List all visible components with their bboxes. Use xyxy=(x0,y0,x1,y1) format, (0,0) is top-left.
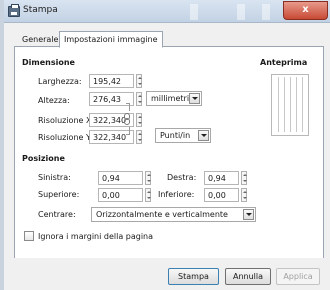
altezza-spinner[interactable] xyxy=(136,92,142,106)
superiore-input[interactable]: 0,00 xyxy=(98,188,143,202)
altezza-label: Altezza: xyxy=(38,96,70,105)
centrare-label: Centrare: xyxy=(38,210,76,219)
larghezza-label: Larghezza: xyxy=(38,77,82,86)
larghezza-spinner[interactable] xyxy=(136,74,142,88)
tab-generale[interactable]: Generale xyxy=(18,33,62,46)
units-select-value: millimetri xyxy=(151,94,190,103)
destra-spinner[interactable] xyxy=(241,171,247,185)
destra-input[interactable]: 0,94 xyxy=(204,171,239,185)
inferiore-spinner[interactable] xyxy=(241,188,247,202)
destra-label: Destra: xyxy=(167,173,197,182)
sinistra-input[interactable]: 0,94 xyxy=(98,171,143,185)
ignora-margini-label[interactable]: Ignora i margini della pagina xyxy=(38,232,153,241)
sinistra-label: Sinistra: xyxy=(38,173,71,182)
anteprima-heading: Anteprima xyxy=(260,58,308,67)
printer-icon xyxy=(8,4,20,17)
superiore-label: Superiore: xyxy=(38,190,80,199)
inferiore-label: Inferiore: xyxy=(158,190,195,199)
superiore-spinner[interactable] xyxy=(145,188,151,202)
chain-link-icon[interactable] xyxy=(124,103,130,135)
centrare-select[interactable]: Orizzontalmente e verticalmente xyxy=(91,207,256,222)
tab-impostazioni-immagine[interactable]: Impostazioni immagine xyxy=(59,31,163,48)
larghezza-input[interactable]: 195,42 xyxy=(89,74,134,88)
print-preview xyxy=(271,74,309,136)
resolution-units-select-value: Punti/in xyxy=(160,131,191,140)
inferiore-input[interactable]: 0,00 xyxy=(204,188,239,202)
resolution-units-select[interactable]: Punti/in xyxy=(155,128,211,143)
tab-strip: Generale Impostazioni immagine xyxy=(4,22,330,48)
risoluzione-y-spinner[interactable] xyxy=(136,130,142,144)
title-bar-glare xyxy=(190,4,198,20)
window-title: Stampa xyxy=(23,5,58,15)
risoluzione-y-label: Risoluzione Y: xyxy=(38,133,93,142)
close-button[interactable]: x xyxy=(283,1,328,20)
posizione-heading: Posizione xyxy=(22,154,65,163)
chevron-down-icon[interactable] xyxy=(243,209,254,220)
dialog-footer: Stampa Annulla Applica xyxy=(4,258,330,290)
ignora-margini-checkbox[interactable] xyxy=(24,231,34,241)
image-settings-panel: Dimensione Anteprima Larghezza: 195,42 A… xyxy=(14,46,324,260)
title-bar-glare xyxy=(262,4,270,20)
chevron-down-icon[interactable] xyxy=(189,93,200,104)
apply-button[interactable]: Applica xyxy=(276,268,320,285)
print-dialog-window: Stampa x Generale Impostazioni immagine … xyxy=(4,0,330,290)
risoluzione-x-label: Risoluzione X: xyxy=(38,116,95,125)
chevron-down-icon[interactable] xyxy=(198,130,209,141)
centrare-select-value: Orizzontalmente e verticalmente xyxy=(96,210,228,219)
risoluzione-x-spinner[interactable] xyxy=(136,113,142,127)
units-select[interactable]: millimetri xyxy=(146,91,202,106)
print-button[interactable]: Stampa xyxy=(168,268,219,285)
sinistra-spinner[interactable] xyxy=(145,171,151,185)
title-bar[interactable]: Stampa x xyxy=(4,0,330,23)
dimensione-heading: Dimensione xyxy=(22,58,75,67)
cancel-button[interactable]: Annulla xyxy=(225,268,271,285)
title-bar-glare xyxy=(237,4,245,20)
